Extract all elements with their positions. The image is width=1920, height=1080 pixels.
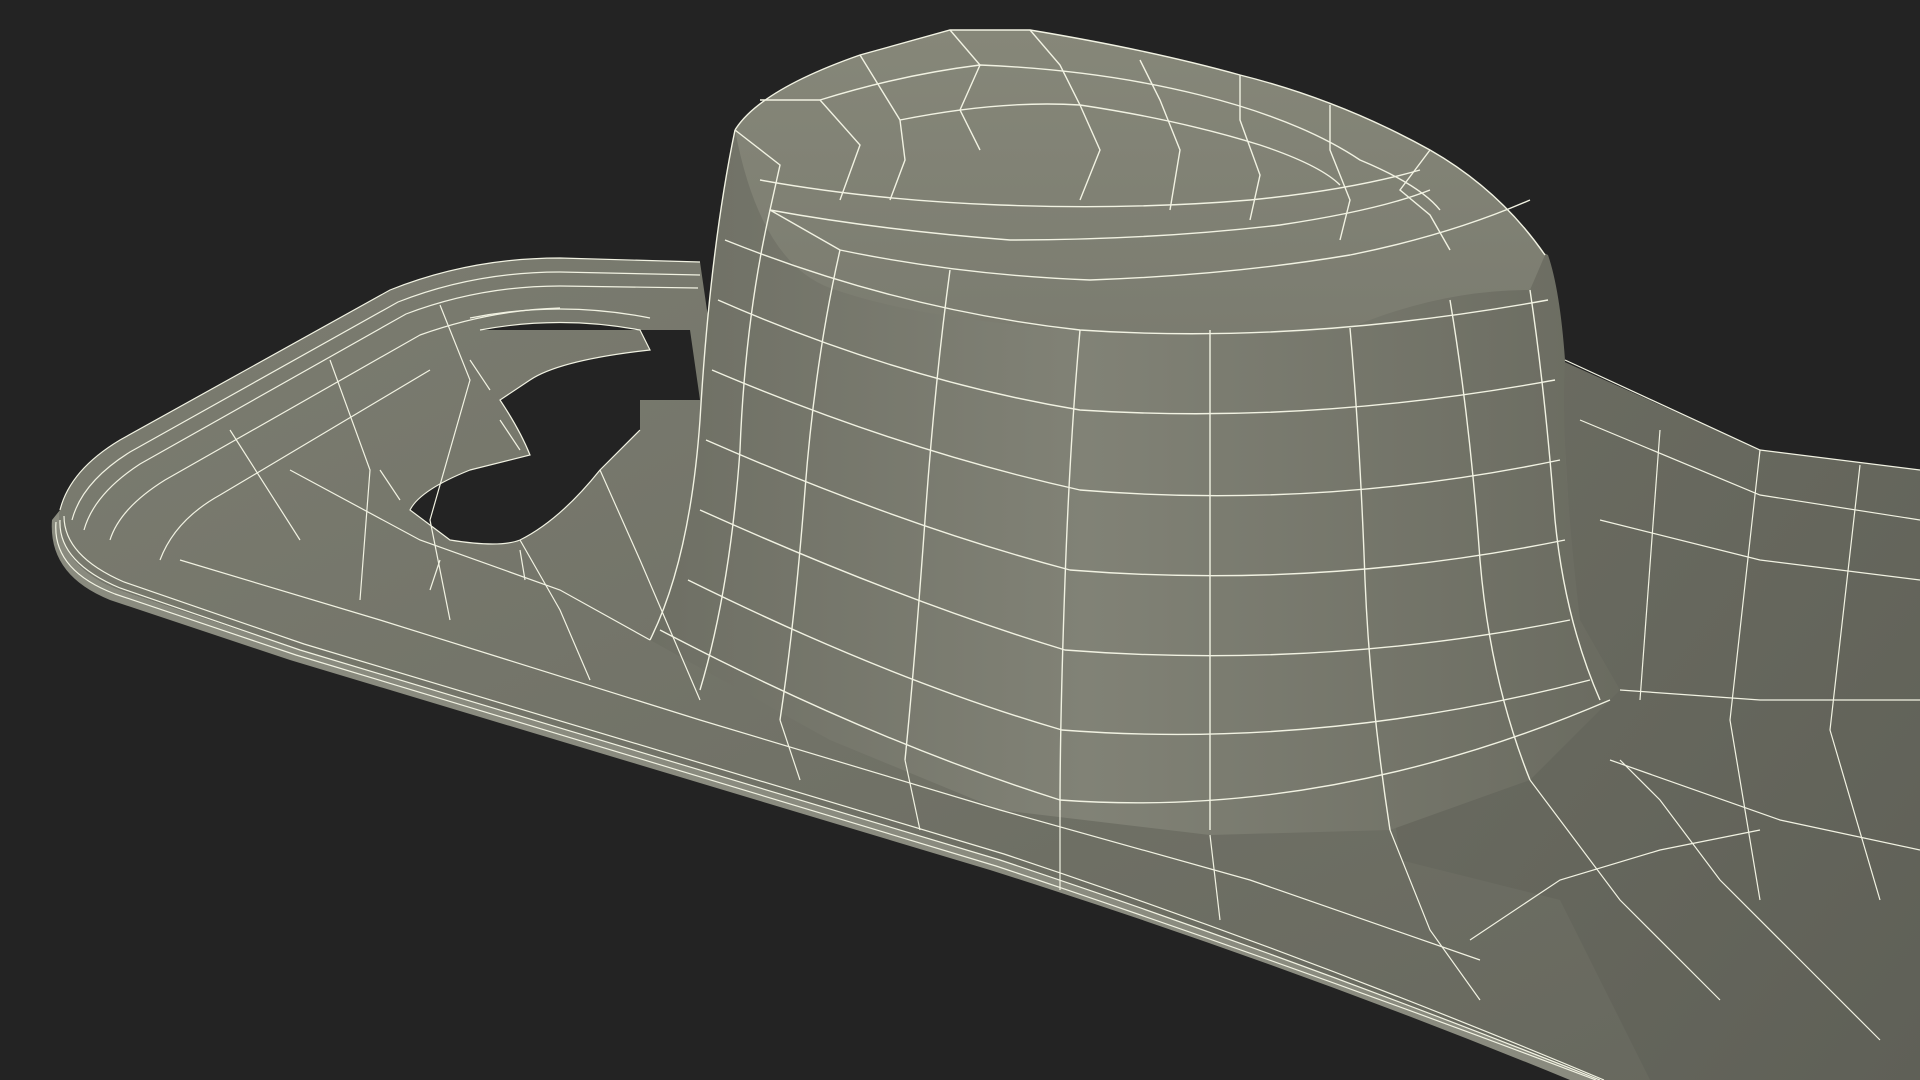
render-viewport bbox=[0, 0, 1920, 1080]
dome-top bbox=[735, 30, 1545, 335]
wireframe-render bbox=[51, 29, 1920, 1080]
